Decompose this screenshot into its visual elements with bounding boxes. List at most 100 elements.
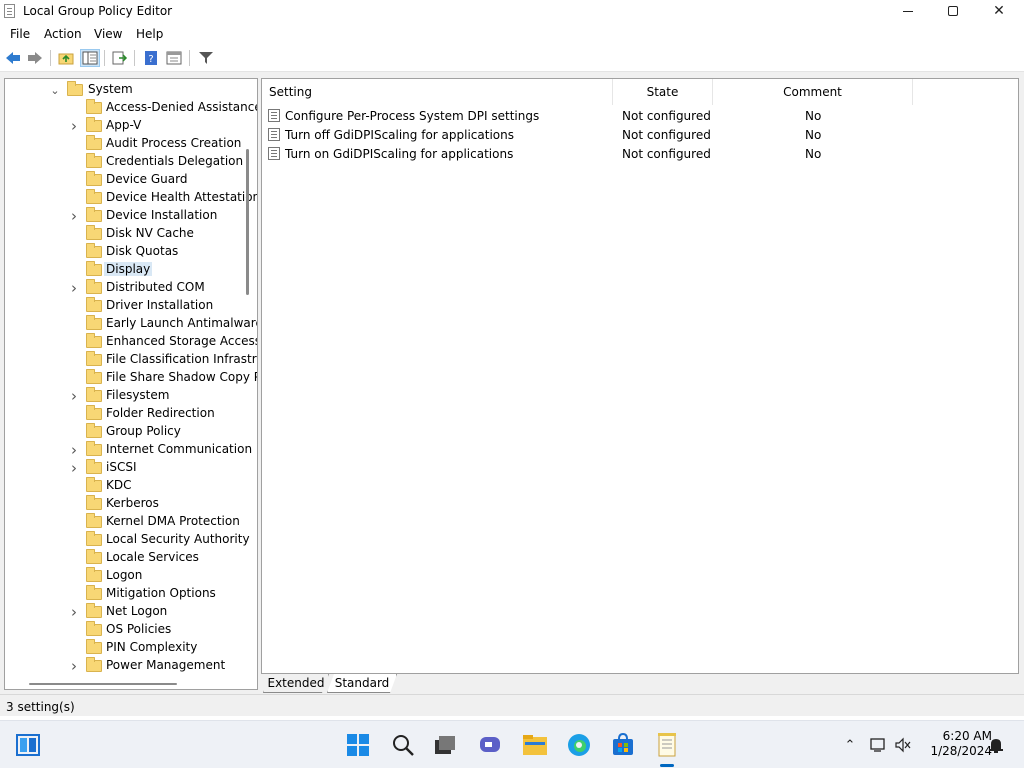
- tree-item[interactable]: › App-V: [5, 117, 245, 135]
- tree-item[interactable]: Folder Redirection: [5, 405, 245, 423]
- menu-view[interactable]: View: [94, 27, 122, 41]
- chevron-right-icon[interactable]: ›: [68, 117, 80, 135]
- tree-item[interactable]: › Filesystem: [5, 387, 245, 405]
- tree-item[interactable]: Locale Services: [5, 549, 245, 567]
- edge-button[interactable]: [565, 731, 593, 759]
- tree-item[interactable]: Device Guard: [5, 171, 245, 189]
- chevron-right-icon[interactable]: ›: [68, 603, 80, 621]
- file-explorer-button[interactable]: [521, 731, 549, 759]
- vertical-scrollbar[interactable]: [246, 149, 249, 295]
- notification-bell-icon: [989, 739, 1003, 753]
- chevron-right-icon[interactable]: ›: [68, 279, 80, 297]
- store-button[interactable]: [609, 731, 637, 759]
- start-button[interactable]: [344, 731, 372, 759]
- tree-item-label: Device Installation: [106, 208, 218, 222]
- policy-setting-icon: [268, 147, 280, 160]
- tree-item-label: Audit Process Creation: [106, 136, 242, 150]
- tree-item-system[interactable]: ⌄ System: [5, 81, 245, 99]
- tree-item[interactable]: › Net Logon: [5, 603, 245, 621]
- chevron-right-icon[interactable]: ›: [68, 207, 80, 225]
- maximize-button[interactable]: [930, 0, 976, 22]
- show-hide-tree-button[interactable]: [80, 49, 100, 67]
- chat-button[interactable]: [476, 731, 504, 759]
- show-hidden-icons-button[interactable]: ⌃: [840, 735, 860, 755]
- setting-row[interactable]: Turn off GdiDPIScaling for applications N…: [262, 125, 1018, 144]
- chevron-right-icon[interactable]: ›: [68, 387, 80, 405]
- cell-setting: Turn on GdiDPIScaling for applications: [285, 147, 514, 161]
- tab-extended[interactable]: Extended: [263, 674, 329, 693]
- toolbar-separator: [50, 50, 51, 66]
- task-view-button[interactable]: [431, 731, 459, 759]
- tree-item[interactable]: Early Launch Antimalware: [5, 315, 257, 333]
- tree-item[interactable]: File Classification Infrastructure: [5, 351, 257, 369]
- widgets-button[interactable]: [14, 731, 42, 759]
- tree-item[interactable]: Access-Denied Assistance: [5, 99, 257, 117]
- tree-item[interactable]: › Distributed COM: [5, 279, 245, 297]
- menu-action[interactable]: Action: [44, 27, 82, 41]
- tree-item[interactable]: File Share Shadow Copy Provider: [5, 369, 257, 387]
- tree-item[interactable]: Driver Installation: [5, 297, 245, 315]
- tree-item[interactable]: Enhanced Storage Access: [5, 333, 257, 351]
- column-header-comment[interactable]: Comment: [713, 79, 913, 105]
- cell-comment: No: [805, 128, 822, 142]
- minimize-button[interactable]: [885, 0, 931, 22]
- horizontal-scrollbar[interactable]: [29, 683, 177, 685]
- tree-item[interactable]: Audit Process Creation: [5, 135, 245, 153]
- properties-view-button[interactable]: [164, 49, 184, 67]
- filter-button[interactable]: [196, 49, 216, 67]
- tree-item-label: Net Logon: [106, 604, 168, 618]
- export-list-button[interactable]: [110, 49, 130, 67]
- tree-item[interactable]: Kerberos: [5, 495, 245, 513]
- volume-button[interactable]: [893, 735, 913, 755]
- tree-item[interactable]: Mitigation Options: [5, 585, 245, 603]
- forward-button[interactable]: [25, 49, 45, 67]
- folder-icon: [86, 585, 102, 600]
- tree-item[interactable]: › Device Installation: [5, 207, 245, 225]
- back-button[interactable]: [3, 49, 23, 67]
- tree-item-label: Power Management: [106, 658, 226, 672]
- network-button[interactable]: [868, 735, 888, 755]
- tree-item[interactable]: Disk NV Cache: [5, 225, 245, 243]
- tree-item[interactable]: Local Security Authority: [5, 531, 250, 549]
- chevron-right-icon[interactable]: ›: [68, 441, 80, 459]
- tree-item[interactable]: Group Policy: [5, 423, 245, 441]
- tree-pane[interactable]: ⌄ System Access-Denied Assistance › App-V A…: [4, 78, 258, 690]
- tree-item-label: Folder Redirection: [106, 406, 215, 420]
- tree-item[interactable]: OS Policies: [5, 621, 245, 639]
- setting-row[interactable]: Configure Per-Process System DPI setting…: [262, 106, 1018, 125]
- column-header-state[interactable]: State: [613, 79, 713, 105]
- tree-item-label: Filesystem: [106, 388, 170, 402]
- notifications-button[interactable]: [986, 735, 1006, 755]
- menu-help[interactable]: Help: [136, 27, 163, 41]
- policy-setting-icon: [268, 128, 280, 141]
- search-button[interactable]: [389, 731, 417, 759]
- settings-list: Setting State Comment Configure Per-Proc…: [261, 78, 1019, 674]
- folder-icon: [86, 405, 102, 420]
- close-button[interactable]: ✕: [976, 0, 1022, 22]
- menu-file[interactable]: File: [10, 27, 30, 41]
- clock[interactable]: 6:20 AM 1/28/2024: [918, 729, 992, 759]
- folder-icon: [86, 639, 102, 654]
- tree-item[interactable]: › Power Management: [5, 657, 245, 675]
- tree-item[interactable]: Disk Quotas: [5, 243, 245, 261]
- tree-item[interactable]: Credentials Delegation: [5, 153, 245, 171]
- start-icon: [347, 734, 369, 756]
- chevron-down-icon[interactable]: ⌄: [49, 83, 61, 97]
- tree-item[interactable]: Kernel DMA Protection: [5, 513, 245, 531]
- tree-item[interactable]: Logon: [5, 567, 245, 585]
- tree-item[interactable]: PIN Complexity: [5, 639, 245, 657]
- tree-item[interactable]: KDC: [5, 477, 245, 495]
- tree-item-label: File Classification Infrastructure: [106, 352, 257, 366]
- tab-standard[interactable]: Standard: [327, 674, 397, 693]
- help-button[interactable]: ?: [141, 49, 161, 67]
- column-header-setting[interactable]: Setting: [262, 79, 613, 105]
- tree-item[interactable]: Display: [5, 261, 245, 279]
- chevron-right-icon[interactable]: ›: [68, 657, 80, 675]
- tree-item[interactable]: › Internet Communication Management: [5, 441, 257, 459]
- group-policy-editor-taskbar-button[interactable]: [653, 731, 681, 767]
- tree-item[interactable]: Device Health Attestation: [5, 189, 257, 207]
- chevron-right-icon[interactable]: ›: [68, 459, 80, 477]
- setting-row[interactable]: Turn on GdiDPIScaling for applications No…: [262, 144, 1018, 163]
- tree-item[interactable]: › iSCSI: [5, 459, 245, 477]
- up-one-level-button[interactable]: [56, 49, 76, 67]
